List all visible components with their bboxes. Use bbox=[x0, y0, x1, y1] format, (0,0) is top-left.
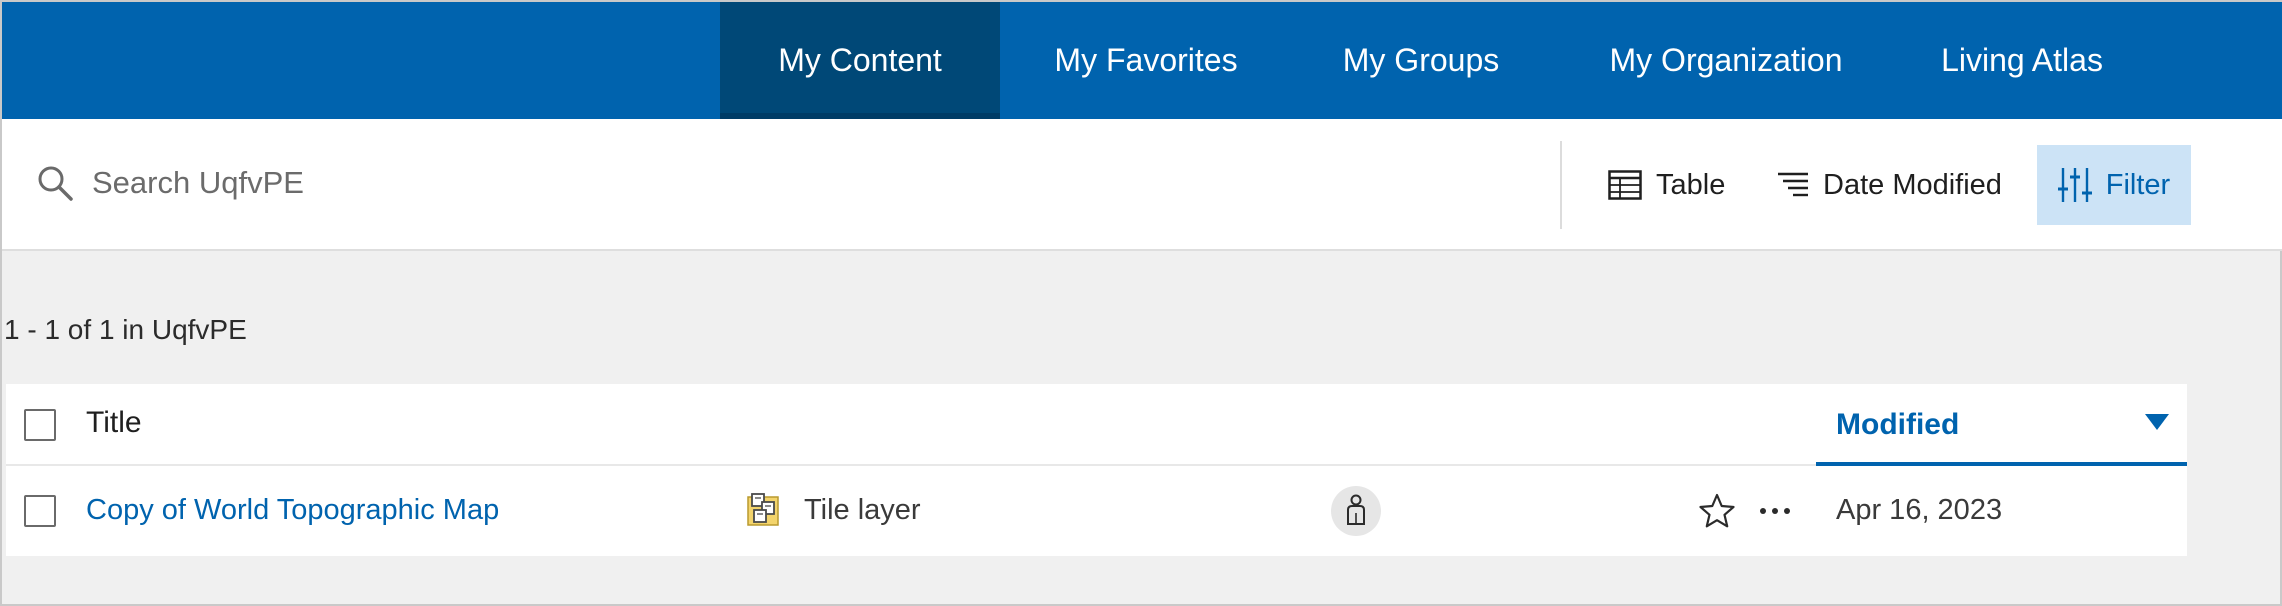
result-count: 1 - 1 of 1 in UqfvPE bbox=[4, 314, 247, 345]
filter-label: Filter bbox=[2105, 168, 2171, 201]
tab-my-organization[interactable]: My Organization bbox=[1550, 2, 1902, 119]
sort-label: Date Modified bbox=[1823, 168, 2002, 201]
sort-descending-icon bbox=[2145, 414, 2169, 430]
table-view-label: Table bbox=[1656, 168, 1726, 201]
filter-button[interactable]: Filter bbox=[2037, 145, 2191, 225]
favorite-star-icon[interactable] bbox=[1698, 492, 1736, 530]
search-icon bbox=[38, 166, 73, 201]
title-column-header[interactable]: Title bbox=[86, 406, 142, 440]
item-type: Tile layer bbox=[804, 494, 921, 526]
content-table: Title Modified Copy of World Topographic… bbox=[6, 384, 2187, 556]
content-tabs: My Content My Favorites My Groups My Org… bbox=[720, 2, 2142, 119]
search-input[interactable] bbox=[92, 155, 1532, 211]
tab-my-groups[interactable]: My Groups bbox=[1292, 2, 1550, 119]
top-navigation: My Content My Favorites My Groups My Org… bbox=[2, 2, 2282, 119]
toolbar-divider bbox=[1560, 141, 1562, 229]
table-header: Title Modified bbox=[6, 384, 2187, 466]
modified-column-header[interactable]: Modified bbox=[1816, 384, 2187, 466]
sort-button[interactable]: Date Modified bbox=[1777, 145, 2002, 225]
more-options-icon[interactable] bbox=[1756, 492, 1794, 530]
table-icon bbox=[1608, 170, 1642, 200]
sort-lines-icon bbox=[1778, 172, 1808, 197]
table-row: Copy of World Topographic Map Tile layer bbox=[6, 466, 2187, 556]
item-modified-date: Apr 16, 2023 bbox=[1836, 494, 2003, 526]
search-toolbar: Table Date Modified Filter bbox=[2, 119, 2282, 251]
tab-my-content[interactable]: My Content bbox=[720, 2, 1000, 119]
tile-layer-icon bbox=[747, 493, 779, 526]
owner-only-icon bbox=[1331, 486, 1381, 536]
sliders-icon bbox=[2057, 168, 2092, 202]
modified-column-label: Modified bbox=[1836, 408, 1960, 441]
table-view-button[interactable]: Table bbox=[1608, 145, 1725, 225]
select-all-checkbox[interactable] bbox=[24, 409, 56, 441]
item-title-link[interactable]: Copy of World Topographic Map bbox=[86, 494, 499, 527]
row-checkbox[interactable] bbox=[24, 495, 56, 527]
tab-living-atlas[interactable]: Living Atlas bbox=[1902, 2, 2142, 119]
tab-my-favorites[interactable]: My Favorites bbox=[1000, 2, 1292, 119]
